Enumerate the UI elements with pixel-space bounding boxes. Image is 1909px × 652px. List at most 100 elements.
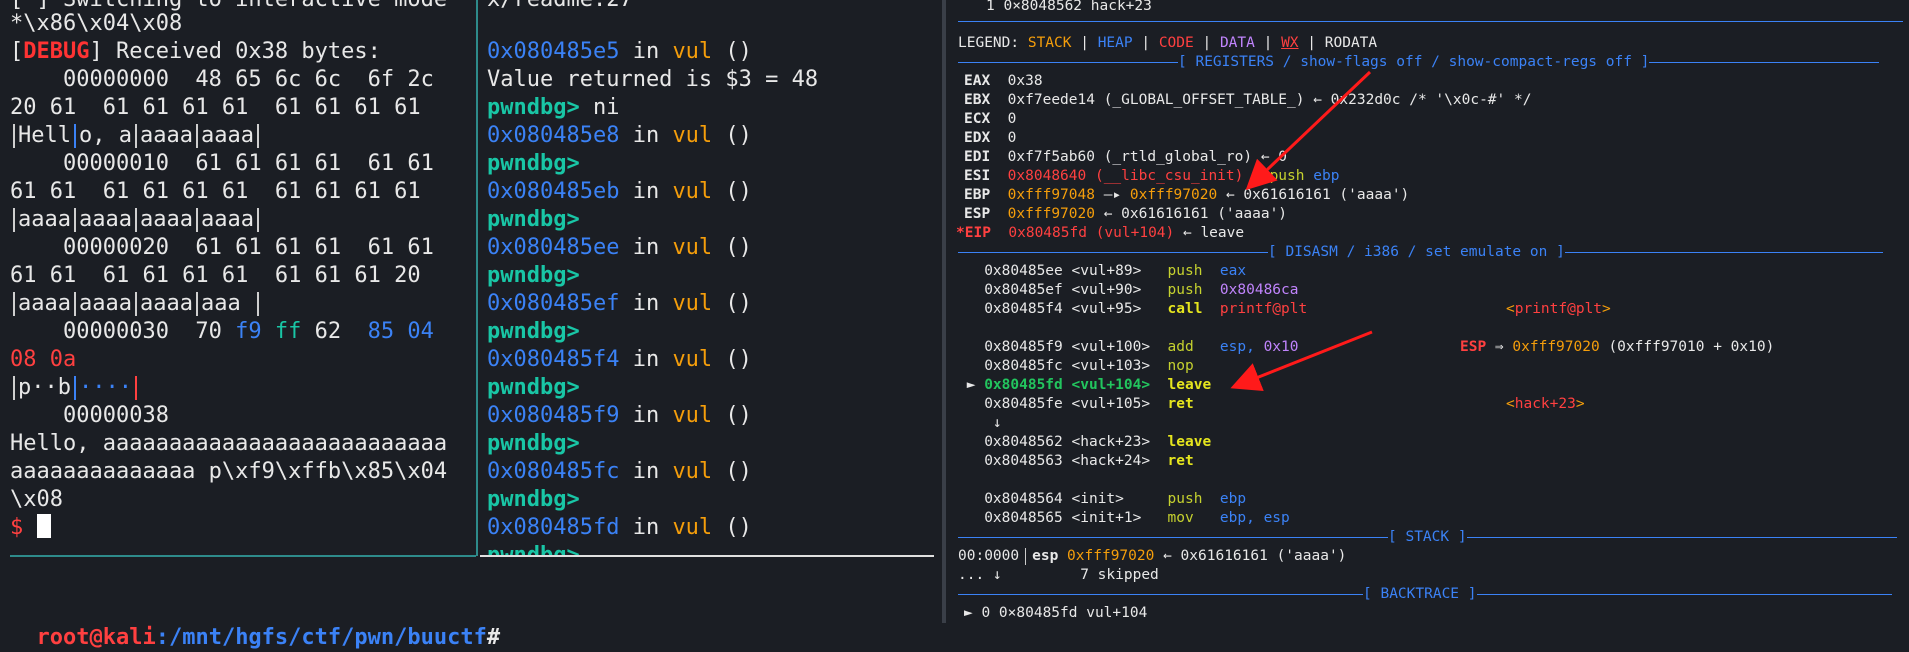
current-marker: ► bbox=[958, 377, 985, 393]
pwndbg-prompt: pwndbg> bbox=[487, 430, 580, 458]
pwndbg-pane[interactable]: 1 0×8048562 hack+23 LEGEND: STACK | HEAP… bbox=[950, 0, 1909, 623]
registers-header: [ REGISTERS / show-flags off / show-comp… bbox=[958, 53, 1903, 72]
output-line: Value returned is $3 = 48 bbox=[487, 67, 819, 92]
frame-line: 0x080485eb in vul () bbox=[487, 178, 752, 206]
register-edi: EDI 0xf7f5ab60 (_rtld_global_ro) ← 0 bbox=[964, 149, 1288, 165]
frame-line: 0x080485ef in vul () bbox=[487, 290, 752, 318]
disasm-address: 0x80485ee <vul+89> bbox=[984, 263, 1168, 279]
disasm-mnemonic: leave bbox=[1167, 377, 1220, 393]
gdb-terminal-pane[interactable]: x/readme:27 0x080485e5 in vul ()Value re… bbox=[479, 0, 934, 556]
pane-divider[interactable] bbox=[476, 0, 478, 556]
disasm-mnemonic: ret bbox=[1167, 396, 1220, 412]
in-word: in bbox=[619, 235, 673, 260]
disasm-operand: ebp, esp bbox=[1219, 510, 1290, 526]
current-marker bbox=[958, 510, 984, 526]
legend-separator: | bbox=[1071, 35, 1098, 51]
register-eip: *EIP 0x80485fd (vul+104) ← leave bbox=[956, 225, 1245, 241]
prompt-label: pwndbg> bbox=[487, 431, 580, 456]
hexdump-line: 00000038 bbox=[10, 403, 169, 428]
disasm-address: 0x80485fd <vul+104> bbox=[984, 377, 1168, 393]
prompt-label: pwndbg> bbox=[487, 375, 580, 400]
disasm-operand: printf@plt bbox=[1219, 301, 1308, 317]
disasm-header: [ DISASM / i386 / set emulate on ] bbox=[958, 243, 1903, 262]
register-eax: EAX 0x38 bbox=[964, 73, 1043, 89]
pwndbg-prompt: pwndbg> bbox=[487, 262, 580, 290]
function-parens: () bbox=[712, 39, 752, 64]
function-parens: () bbox=[712, 403, 752, 428]
frame-address: 0x080485fd bbox=[487, 515, 620, 540]
prompt-label: pwndbg> bbox=[487, 151, 580, 176]
legend-separator: | bbox=[1193, 35, 1220, 51]
debug-message: ] Received 0x38 bytes: bbox=[89, 39, 381, 64]
hexdump-ascii-row: aaaa aaaa aaaa aaaa bbox=[10, 206, 262, 234]
left-terminal-pane[interactable]: [*] Switching to interactive mode *\x86\… bbox=[0, 0, 475, 556]
current-marker bbox=[958, 282, 984, 298]
pwndbg-prompt: pwndbg> bbox=[487, 318, 580, 346]
function-parens: () bbox=[712, 515, 752, 540]
function-name: vul bbox=[672, 39, 713, 64]
hexdump-line: 00000020 61 61 61 61 61 61 bbox=[10, 235, 434, 260]
pane-divider[interactable] bbox=[10, 555, 476, 557]
legend: LEGEND: STACK | HEAP | CODE | DATA | WX … bbox=[958, 35, 1378, 51]
frame-address: 0x080485f4 bbox=[487, 347, 620, 372]
current-marker bbox=[958, 339, 984, 355]
current-marker bbox=[958, 396, 984, 412]
current-marker bbox=[958, 358, 984, 374]
disasm-operand: 0x80486ca bbox=[1219, 282, 1299, 298]
function-name: vul bbox=[672, 291, 713, 316]
disasm-line: 0x80485ee <vul+89> push eax bbox=[958, 262, 1246, 281]
pwndbg-prompt: pwndbg> bbox=[487, 150, 580, 178]
disasm-line: 0x8048563 <hack+24> ret bbox=[958, 452, 1220, 471]
pwndbg-prompt: pwndbg> bbox=[487, 542, 580, 556]
frame-address: 0x080485fc bbox=[487, 459, 620, 484]
function-name: vul bbox=[672, 459, 713, 484]
function-parens: () bbox=[712, 459, 752, 484]
function-parens: () bbox=[712, 179, 752, 204]
hexdump-ascii-row: aaaa aaaa aaaa aaa bbox=[10, 290, 262, 318]
in-word: in bbox=[619, 39, 673, 64]
legend-separator: | bbox=[1298, 35, 1325, 51]
disasm-line: 0x8048562 <hack+23> leave bbox=[958, 433, 1220, 452]
window-divider[interactable] bbox=[942, 0, 946, 623]
disasm-current-line: ► 0x80485fd <vul+104> leave bbox=[958, 376, 1220, 395]
frame-address: 0x080485eb bbox=[487, 179, 620, 204]
disasm-operand: ebp bbox=[1219, 491, 1247, 507]
frame-line: 0x080485e5 in vul () bbox=[487, 38, 752, 66]
function-name: vul bbox=[672, 403, 713, 428]
legend-item: HEAP bbox=[1097, 35, 1133, 51]
bottom-shell-prompt[interactable]: root@kali:/mnt/hgfs/ctf/pwn/buuctf# bbox=[10, 596, 501, 652]
pane-divider[interactable] bbox=[480, 555, 934, 557]
disasm-annotation: <hack+23> bbox=[1506, 396, 1585, 412]
disasm-address: 0x8048565 <init+1> bbox=[984, 510, 1168, 526]
hexdump-line: 61 61 61 61 61 61 61 61 61 20 bbox=[10, 263, 421, 288]
current-marker bbox=[958, 491, 984, 507]
legend-item: CODE bbox=[1158, 35, 1194, 51]
in-word: in bbox=[619, 403, 673, 428]
in-word: in bbox=[619, 291, 673, 316]
debug-line: [DEBUG] Received 0x38 bytes: bbox=[10, 38, 381, 66]
legend-separator: | bbox=[1132, 35, 1159, 51]
prompt-label: pwndbg> bbox=[487, 95, 580, 120]
prompt-command: ni bbox=[579, 95, 620, 120]
prompt-label: pwndbg> bbox=[487, 207, 580, 232]
hexdump-line: 00000030 70 f9 ff 62 85 04 bbox=[10, 319, 434, 344]
pwndbg-prompt: pwndbg> ni bbox=[487, 94, 619, 122]
disasm-address: 0x80485f9 <vul+100> bbox=[984, 339, 1168, 355]
disasm-mnemonic: push bbox=[1167, 263, 1220, 279]
current-marker bbox=[958, 453, 984, 469]
function-parens: () bbox=[712, 123, 752, 148]
frame-address: 0x080485f9 bbox=[487, 403, 620, 428]
function-name: vul bbox=[672, 347, 713, 372]
prompt-label: pwndbg> bbox=[487, 487, 580, 512]
in-word: in bbox=[619, 347, 673, 372]
debug-tag: DEBUG bbox=[23, 39, 90, 64]
shell-prompt[interactable]: $ bbox=[10, 514, 51, 542]
disasm-mnemonic: leave bbox=[1167, 434, 1220, 450]
disasm-mnemonic: add bbox=[1167, 339, 1220, 355]
register-edx: EDX 0 bbox=[964, 130, 1017, 146]
disasm-mnemonic: ret bbox=[1167, 453, 1220, 469]
bracket: [ bbox=[10, 39, 24, 64]
frame-line: 0x080485fd in vul () bbox=[487, 514, 752, 542]
prompt-label: pwndbg> bbox=[487, 263, 580, 288]
legend-item: STACK bbox=[1027, 35, 1072, 51]
